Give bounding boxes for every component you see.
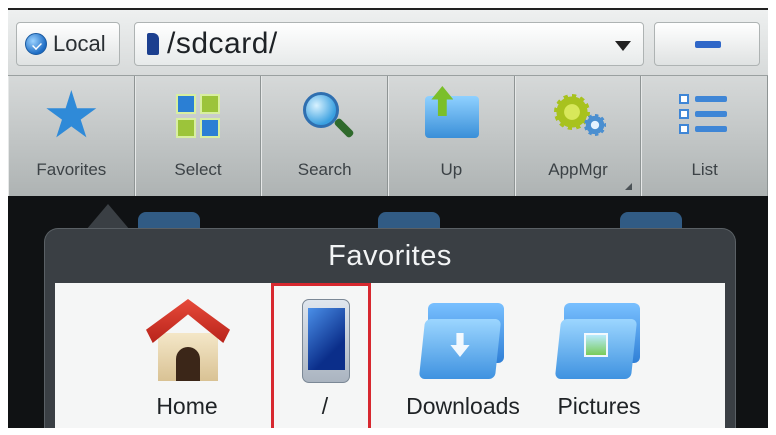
toolbar-list-button[interactable]: List [641, 76, 768, 196]
select-grid-icon [172, 90, 224, 142]
favorite-home-label: Home [156, 393, 218, 419]
list-icon [678, 90, 731, 142]
background-folder-hint [378, 212, 440, 228]
local-location-label: Local [53, 31, 106, 56]
favorite-pictures-label: Pictures [557, 393, 641, 419]
popup-pointer [86, 204, 130, 230]
toolbar-appmgr-label: AppMgr [548, 160, 608, 179]
background-folder-hint [138, 212, 200, 228]
toolbar: Favorites Select Search Up AppMgr List [8, 76, 768, 196]
favorites-popup-title: Favorites [328, 239, 452, 272]
more-options-corner-icon [625, 183, 633, 190]
folder-download-icon [418, 299, 506, 383]
home-icon [144, 299, 230, 383]
folder-pictures-icon [554, 299, 642, 383]
toolbar-select-button[interactable]: Select [134, 76, 262, 196]
toolbar-select-label: Select [174, 160, 222, 179]
gear-icon [552, 90, 607, 142]
app-window: Local /sdcard/ Favorites Select Search U… [8, 8, 768, 428]
favorite-downloads-label: Downloads [406, 393, 520, 419]
favorites-grid: Home / Downloads Pictures [55, 283, 725, 428]
toolbar-favorites-button[interactable]: Favorites [8, 76, 135, 196]
local-location-button[interactable]: Local [16, 22, 120, 66]
path-bar: Local /sdcard/ [8, 10, 768, 76]
toolbar-up-label: Up [440, 160, 463, 179]
toolbar-appmgr-button[interactable]: AppMgr [514, 76, 642, 196]
minus-icon [695, 41, 721, 48]
path-dropdown[interactable]: /sdcard/ [134, 22, 644, 66]
favorite-downloads[interactable]: Downloads [406, 283, 520, 428]
favorite-home[interactable]: Home [137, 283, 237, 428]
star-icon [46, 90, 97, 138]
toolbar-up-button[interactable]: Up [388, 76, 515, 196]
toolbar-search-label: Search [297, 160, 352, 179]
search-icon [299, 90, 355, 142]
current-path: /sdcard/ [167, 27, 278, 60]
minus-button[interactable] [654, 22, 760, 66]
toolbar-list-label: List [691, 160, 718, 179]
favorite-pictures[interactable]: Pictures [549, 283, 649, 428]
background-folder-hint [620, 212, 682, 228]
folder-up-icon [425, 86, 480, 142]
sdcard-icon [147, 33, 159, 55]
chevron-down-icon[interactable] [615, 41, 631, 51]
toolbar-favorites-label: Favorites [36, 160, 107, 179]
toolbar-search-button[interactable]: Search [261, 76, 389, 196]
globe-check-icon [25, 33, 47, 55]
selection-highlight [271, 283, 371, 428]
favorites-popup: Favorites Home / Downloads Pictures [44, 228, 736, 428]
